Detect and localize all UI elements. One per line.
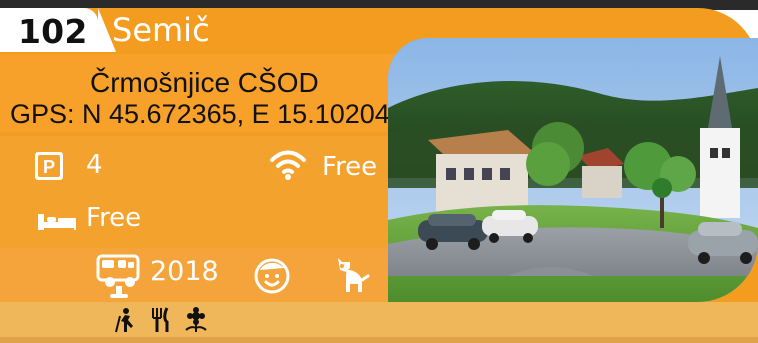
flower-icon	[182, 306, 210, 338]
bed-icon	[36, 206, 78, 232]
restaurant-icon	[148, 306, 172, 338]
parking-svg: P	[35, 152, 63, 180]
wifi-svg	[270, 150, 306, 180]
parking-count: 4	[86, 150, 103, 180]
camper-svg	[96, 254, 140, 298]
svg-text:P: P	[43, 157, 55, 177]
campsite-number: 102	[18, 12, 88, 51]
child-svg	[254, 258, 290, 294]
campsite-title: Semič	[112, 11, 210, 49]
location-name: Črmošnjice CŠOD	[90, 67, 319, 98]
parking-icon: P	[34, 151, 64, 181]
hiker-icon	[112, 306, 138, 338]
bed-label: Free	[86, 203, 142, 233]
dog-svg	[338, 258, 370, 292]
wifi-label: Free	[322, 152, 378, 182]
year-label: 2018	[150, 256, 219, 287]
photo-illustration	[388, 38, 758, 302]
amenities-icons	[112, 306, 210, 338]
campsite-photo	[388, 38, 758, 302]
campsite-card: 102 Semič Črmošnjice CŠOD GPS: N 45.6723…	[0, 0, 758, 343]
bed-svg	[38, 214, 76, 230]
gps-coordinates: GPS: N 45.672365, E 15.102049	[10, 99, 405, 129]
wifi-icon	[268, 148, 308, 182]
child-icon	[250, 252, 294, 296]
dog-icon	[332, 252, 372, 296]
camper-icon	[92, 250, 146, 302]
